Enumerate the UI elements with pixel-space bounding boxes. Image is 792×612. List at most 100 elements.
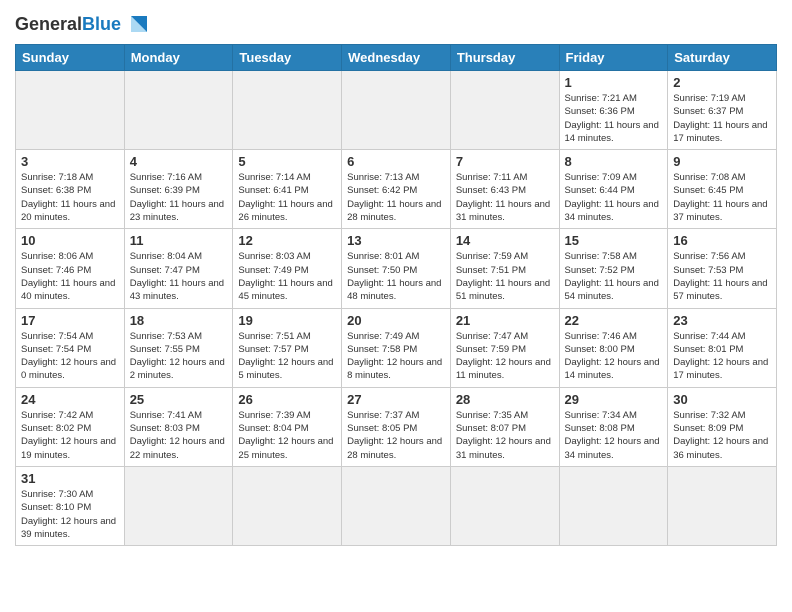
calendar-cell: 19 Sunrise: 7:51 AM Sunset: 7:57 PM Dayli… [233, 308, 342, 387]
logo-text: GeneralBlue [15, 14, 121, 35]
logo: GeneralBlue [15, 10, 153, 38]
day-info: Sunrise: 7:32 AM Sunset: 8:09 PM Dayligh… [673, 409, 771, 462]
day-number: 1 [565, 75, 663, 90]
weekday-header-friday: Friday [559, 45, 668, 71]
calendar-cell: 16Sunrise: 7:56 AM Sunset: 7:53 PM Dayli… [668, 229, 777, 308]
day-number: 2 [673, 75, 771, 90]
day-number: 20 [347, 313, 445, 328]
day-info: Sunrise: 8:06 AM Sunset: 7:46 PM Dayligh… [21, 250, 119, 303]
calendar-cell: 18Sunrise: 7:53 AM Sunset: 7:55 PM Dayli… [124, 308, 233, 387]
calendar-table: SundayMondayTuesdayWednesdayThursdayFrid… [15, 44, 777, 546]
day-info: Sunrise: 7:37 AM Sunset: 8:05 PM Dayligh… [347, 409, 445, 462]
day-number: 7 [456, 154, 554, 169]
day-info: Sunrise: 7:35 AM Sunset: 8:07 PM Dayligh… [456, 409, 554, 462]
calendar-cell: 8 Sunrise: 7:09 AM Sunset: 6:44 PM Daylig… [559, 150, 668, 229]
weekday-header-wednesday: Wednesday [342, 45, 451, 71]
day-number: 25 [130, 392, 228, 407]
calendar-cell [450, 71, 559, 150]
day-info: Sunrise: 7:47 AM Sunset: 7:59 PM Dayligh… [456, 330, 554, 383]
day-info: Sunrise: 7:18 AM Sunset: 6:38 PM Dayligh… [21, 171, 119, 224]
header: GeneralBlue [15, 10, 777, 38]
day-number: 13 [347, 233, 445, 248]
day-info: Sunrise: 7:54 AM Sunset: 7:54 PM Dayligh… [21, 330, 119, 383]
day-number: 12 [238, 233, 336, 248]
calendar-cell [342, 466, 451, 545]
day-info: Sunrise: 7:34 AM Sunset: 8:08 PM Dayligh… [565, 409, 663, 462]
calendar-cell: 13 Sunrise: 8:01 AM Sunset: 7:50 PM Dayli… [342, 229, 451, 308]
day-info: Sunrise: 7:44 AM Sunset: 8:01 PM Dayligh… [673, 330, 771, 383]
calendar-cell: 31 Sunrise: 7:30 AM Sunset: 8:10 PM Dayli… [16, 466, 125, 545]
week-row-3: 10 Sunrise: 8:06 AM Sunset: 7:46 PM Dayli… [16, 229, 777, 308]
calendar-cell [668, 466, 777, 545]
calendar-cell: 7 Sunrise: 7:11 AM Sunset: 6:43 PM Daylig… [450, 150, 559, 229]
day-info: Sunrise: 7:51 AM Sunset: 7:57 PM Dayligh… [238, 330, 336, 383]
day-number: 9 [673, 154, 771, 169]
day-info: Sunrise: 7:16 AM Sunset: 6:39 PM Dayligh… [130, 171, 228, 224]
calendar-cell: 21Sunrise: 7:47 AM Sunset: 7:59 PM Dayli… [450, 308, 559, 387]
day-info: Sunrise: 7:11 AM Sunset: 6:43 PM Dayligh… [456, 171, 554, 224]
day-number: 6 [347, 154, 445, 169]
weekday-header-row: SundayMondayTuesdayWednesdayThursdayFrid… [16, 45, 777, 71]
calendar-cell: 22 Sunrise: 7:46 AM Sunset: 8:00 PM Dayli… [559, 308, 668, 387]
day-number: 29 [565, 392, 663, 407]
day-info: Sunrise: 7:14 AM Sunset: 6:41 PM Dayligh… [238, 171, 336, 224]
calendar-cell: 4 Sunrise: 7:16 AM Sunset: 6:39 PM Daylig… [124, 150, 233, 229]
day-number: 10 [21, 233, 119, 248]
week-row-4: 17Sunrise: 7:54 AM Sunset: 7:54 PM Dayli… [16, 308, 777, 387]
calendar-cell: 2 Sunrise: 7:19 AM Sunset: 6:37 PM Daylig… [668, 71, 777, 150]
weekday-header-monday: Monday [124, 45, 233, 71]
weekday-header-saturday: Saturday [668, 45, 777, 71]
day-info: Sunrise: 8:04 AM Sunset: 7:47 PM Dayligh… [130, 250, 228, 303]
day-info: Sunrise: 7:13 AM Sunset: 6:42 PM Dayligh… [347, 171, 445, 224]
day-number: 30 [673, 392, 771, 407]
calendar-cell: 23 Sunrise: 7:44 AM Sunset: 8:01 PM Dayli… [668, 308, 777, 387]
day-number: 31 [21, 471, 119, 486]
day-number: 8 [565, 154, 663, 169]
calendar-cell: 12Sunrise: 8:03 AM Sunset: 7:49 PM Dayli… [233, 229, 342, 308]
day-number: 4 [130, 154, 228, 169]
day-info: Sunrise: 7:59 AM Sunset: 7:51 PM Dayligh… [456, 250, 554, 303]
day-info: Sunrise: 7:30 AM Sunset: 8:10 PM Dayligh… [21, 488, 119, 541]
calendar-cell: 14 Sunrise: 7:59 AM Sunset: 7:51 PM Dayli… [450, 229, 559, 308]
calendar-cell [233, 71, 342, 150]
day-number: 3 [21, 154, 119, 169]
calendar-cell: 26Sunrise: 7:39 AM Sunset: 8:04 PM Dayli… [233, 387, 342, 466]
week-row-6: 31 Sunrise: 7:30 AM Sunset: 8:10 PM Dayli… [16, 466, 777, 545]
calendar-cell: 24Sunrise: 7:42 AM Sunset: 8:02 PM Dayli… [16, 387, 125, 466]
calendar-cell: 6 Sunrise: 7:13 AM Sunset: 6:42 PM Daylig… [342, 150, 451, 229]
day-info: Sunrise: 8:01 AM Sunset: 7:50 PM Dayligh… [347, 250, 445, 303]
week-row-2: 3 Sunrise: 7:18 AM Sunset: 6:38 PM Daylig… [16, 150, 777, 229]
day-number: 11 [130, 233, 228, 248]
calendar-cell: 29 Sunrise: 7:34 AM Sunset: 8:08 PM Dayli… [559, 387, 668, 466]
day-info: Sunrise: 7:49 AM Sunset: 7:58 PM Dayligh… [347, 330, 445, 383]
day-number: 14 [456, 233, 554, 248]
day-number: 26 [238, 392, 336, 407]
calendar-cell: 10 Sunrise: 8:06 AM Sunset: 7:46 PM Dayli… [16, 229, 125, 308]
day-number: 22 [565, 313, 663, 328]
calendar-cell: 1 Sunrise: 7:21 AM Sunset: 6:36 PM Daylig… [559, 71, 668, 150]
day-number: 27 [347, 392, 445, 407]
day-info: Sunrise: 7:08 AM Sunset: 6:45 PM Dayligh… [673, 171, 771, 224]
day-number: 18 [130, 313, 228, 328]
day-info: Sunrise: 7:09 AM Sunset: 6:44 PM Dayligh… [565, 171, 663, 224]
day-number: 16 [673, 233, 771, 248]
calendar-cell [124, 466, 233, 545]
calendar-cell [559, 466, 668, 545]
week-row-5: 24Sunrise: 7:42 AM Sunset: 8:02 PM Dayli… [16, 387, 777, 466]
day-info: Sunrise: 7:19 AM Sunset: 6:37 PM Dayligh… [673, 92, 771, 145]
day-info: Sunrise: 7:21 AM Sunset: 6:36 PM Dayligh… [565, 92, 663, 145]
day-info: Sunrise: 7:58 AM Sunset: 7:52 PM Dayligh… [565, 250, 663, 303]
day-number: 5 [238, 154, 336, 169]
logo-icon [125, 10, 153, 38]
calendar-cell: 28Sunrise: 7:35 AM Sunset: 8:07 PM Dayli… [450, 387, 559, 466]
day-info: Sunrise: 7:42 AM Sunset: 8:02 PM Dayligh… [21, 409, 119, 462]
calendar-cell: 27 Sunrise: 7:37 AM Sunset: 8:05 PM Dayli… [342, 387, 451, 466]
day-info: Sunrise: 7:46 AM Sunset: 8:00 PM Dayligh… [565, 330, 663, 383]
weekday-header-tuesday: Tuesday [233, 45, 342, 71]
calendar-cell: 30 Sunrise: 7:32 AM Sunset: 8:09 PM Dayli… [668, 387, 777, 466]
calendar-cell: 15Sunrise: 7:58 AM Sunset: 7:52 PM Dayli… [559, 229, 668, 308]
calendar-cell: 25Sunrise: 7:41 AM Sunset: 8:03 PM Dayli… [124, 387, 233, 466]
day-number: 19 [238, 313, 336, 328]
weekday-header-sunday: Sunday [16, 45, 125, 71]
day-number: 23 [673, 313, 771, 328]
